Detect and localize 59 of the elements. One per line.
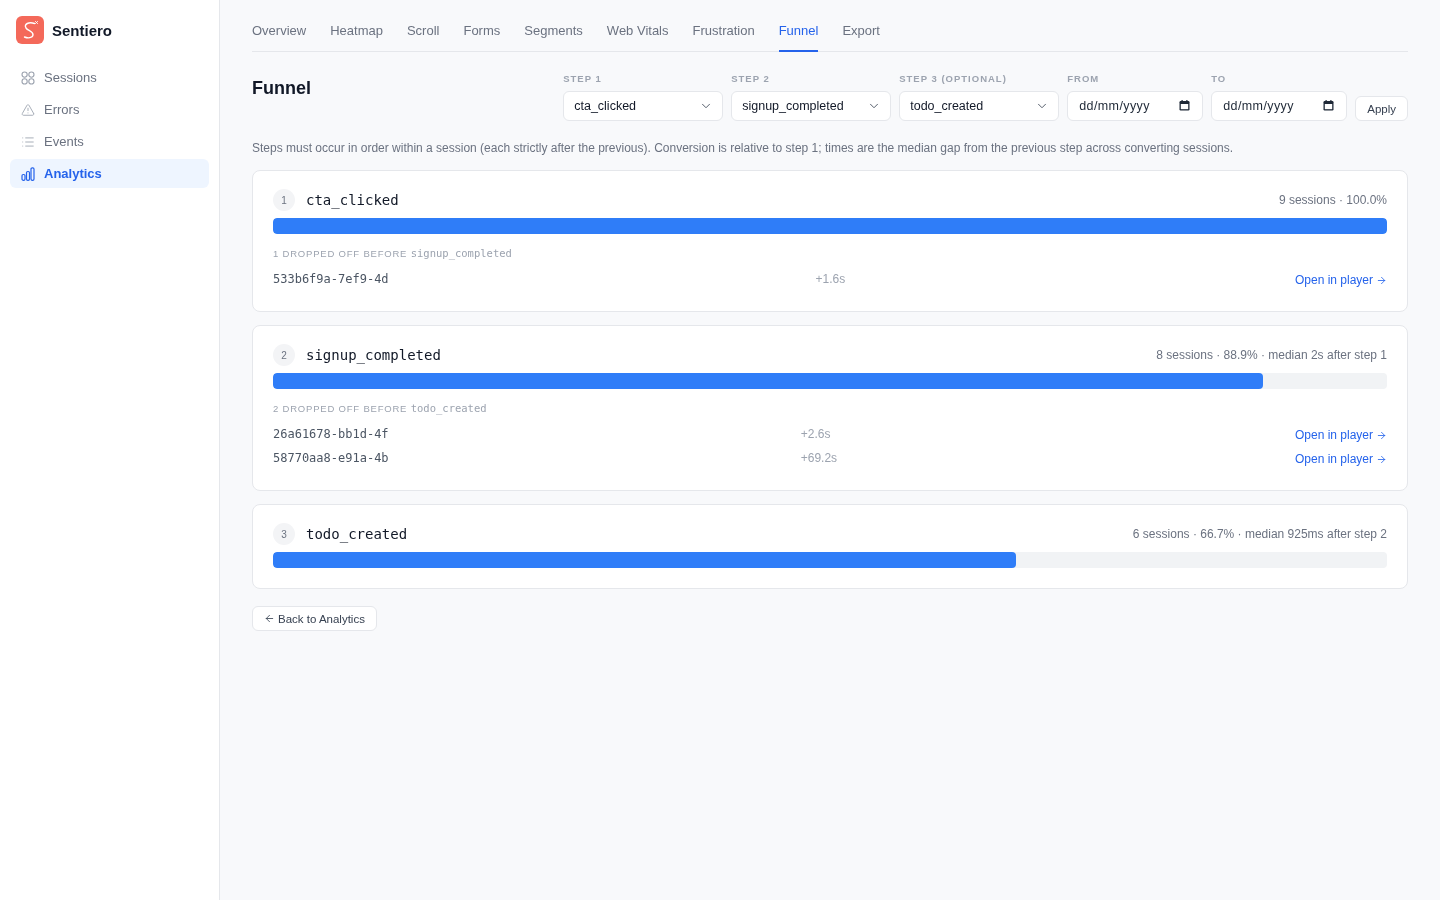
logo-icon [16,16,44,44]
step-event-name: signup_completed [306,347,441,363]
warning-icon [21,102,35,117]
filter-label: STEP 1 [563,72,603,86]
time-gap: +2.6s [800,426,832,443]
funnel-description: Steps must occur in order within a session (each strictly after the previous). Conversion is relative to step 1; times are the median gap from the previous step across converting sessions. [252,140,1235,157]
step-select[interactable]: todo_created [899,91,1060,121]
date-field[interactable]: dd/mm/yyyy [1211,91,1348,121]
step-select[interactable]: signup_completed [731,91,892,121]
back-button[interactable]: Back to Analytics [252,606,377,631]
step-select[interactable]: cta_clicked [563,91,724,121]
app-name: Sentiero [52,21,112,39]
dropped-off-label: 1 DROPPED OFF BEFORE signup_completed [273,246,513,261]
filter-label: STEP 2 [731,72,771,86]
tab[interactable]: Frustration [692,13,755,52]
tab[interactable]: Web Vitals [606,13,669,52]
tab[interactable]: Forms [463,13,501,52]
circles-grid-icon [21,70,35,85]
filter-label: TO [1211,72,1228,86]
arrow-right-icon [1376,429,1387,441]
tab[interactable]: Segments [524,13,583,52]
session-id: 26a61678-bb1d-4f [273,422,801,446]
sidebar-item[interactable]: Analytics [10,159,209,188]
step-event-name: cta_clicked [306,192,399,208]
open-in-player-link[interactable]: Open in player [1294,452,1387,466]
dropped-off-label: 2 DROPPED OFF BEFORE todo_created [273,401,488,416]
tab[interactable]: Heatmap [330,13,383,52]
tab[interactable]: Funnel [778,13,819,52]
tab[interactable]: Export [842,13,880,52]
sidebar-item[interactable]: Events [10,127,209,156]
step-event-name: todo_created [306,526,408,542]
bar-chart-icon [21,166,35,181]
sidebar-item[interactable]: Errors [10,95,209,124]
list-icon [21,134,35,149]
step-number: 3 [273,523,295,545]
apply-button[interactable]: Apply [1355,96,1408,121]
step-summary: 9 sessions · 100.0% [1278,193,1387,207]
open-in-player-link[interactable]: Open in player [1294,273,1387,287]
date-field[interactable]: dd/mm/yyyy [1067,91,1204,121]
arrow-right-icon [1376,274,1387,286]
step-summary: 6 sessions · 66.7% · median 925ms after step 2 [1132,527,1387,541]
calendar-icon[interactable] [1179,100,1191,111]
time-gap: +69.2s [800,450,839,467]
filter-label: STEP 3 (OPTIONAL) [899,72,1008,86]
calendar-icon[interactable] [1323,100,1335,111]
arrow-right-icon [1376,453,1387,465]
sidebar-item[interactable]: Sessions [10,63,209,92]
page-title: Funnel [252,77,311,100]
open-in-player-link[interactable]: Open in player [1294,428,1387,442]
step-number: 2 [273,344,295,366]
filter-label: FROM [1067,72,1101,86]
session-id: 58770aa8-e91a-4b [273,446,801,470]
session-id: 533b6f9a-7ef9-4d [273,267,816,291]
time-gap: +1.6s [815,271,847,288]
arrow-left-icon [264,613,275,624]
step-summary: 8 sessions · 88.9% · median 2s after step 1 [1156,348,1387,362]
step-number: 1 [273,189,295,211]
tab[interactable]: Scroll [406,13,440,52]
tab[interactable]: Overview [252,13,307,52]
